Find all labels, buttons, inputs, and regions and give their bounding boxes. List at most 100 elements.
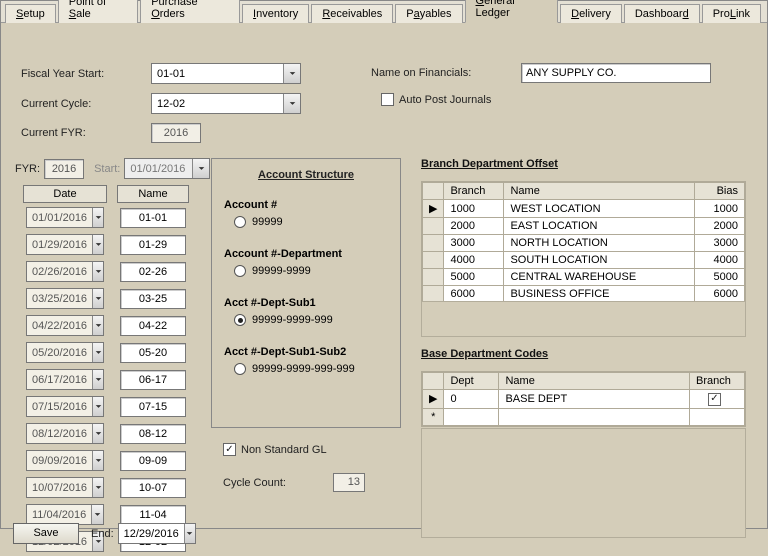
table-row[interactable]: ▶1000WEST LOCATION1000 <box>423 200 745 218</box>
fiscal-year-start-value: 01-01 <box>152 64 283 83</box>
chevron-down-icon[interactable] <box>92 451 103 470</box>
auto-post-checkbox[interactable] <box>381 93 394 106</box>
cycle-date-value: 04/22/2016 <box>27 316 92 335</box>
cycle-name-field[interactable]: 03-25 <box>120 289 186 309</box>
radio-acct1[interactable] <box>234 216 246 228</box>
cycle-name-field[interactable]: 02-26 <box>120 262 186 282</box>
save-button[interactable]: Save <box>13 523 79 544</box>
current-cycle-combo[interactable]: 12-02 <box>151 93 301 114</box>
branch-checkbox[interactable] <box>708 393 721 406</box>
cycle-date-combo[interactable]: 11/04/2016 <box>26 504 104 525</box>
table-row[interactable]: 4000SOUTH LOCATION4000 <box>423 252 745 269</box>
chevron-down-icon[interactable] <box>283 64 300 83</box>
radio-acct3[interactable] <box>234 314 246 326</box>
start-date-value: 01/01/2016 <box>125 159 192 178</box>
cycle-date-value: 05/20/2016 <box>27 343 92 362</box>
cycle-name-field[interactable]: 10-07 <box>120 478 186 498</box>
name-on-financials-field[interactable]: ANY SUPPLY CO. <box>521 63 711 83</box>
radio-acct4[interactable] <box>234 363 246 375</box>
cycle-name-field[interactable]: 07-15 <box>120 397 186 417</box>
chevron-down-icon[interactable] <box>92 343 103 362</box>
cycle-date-value: 08/12/2016 <box>27 424 92 443</box>
chevron-down-icon[interactable] <box>92 478 103 497</box>
cycle-date-combo[interactable]: 06/17/2016 <box>26 369 104 390</box>
cycle-date-combo[interactable]: 10/07/2016 <box>26 477 104 498</box>
cycle-date-combo[interactable]: 07/15/2016 <box>26 396 104 417</box>
chevron-down-icon[interactable] <box>92 235 103 254</box>
tab-prolink[interactable]: ProLink <box>702 4 761 23</box>
cycle-date-combo[interactable]: 02/26/2016 <box>26 261 104 282</box>
chevron-down-icon[interactable] <box>92 208 103 227</box>
tab-point-of-sale[interactable]: Point of Sale <box>58 0 138 23</box>
cycle-name-field[interactable]: 06-17 <box>120 370 186 390</box>
current-fyr-field: 2016 <box>151 123 201 143</box>
end-date-combo[interactable]: 12/29/2016 <box>118 523 196 544</box>
cycle-date-combo[interactable]: 08/12/2016 <box>26 423 104 444</box>
chevron-down-icon[interactable] <box>283 94 300 113</box>
cycle-date-value: 07/15/2016 <box>27 397 92 416</box>
chevron-down-icon[interactable] <box>92 424 103 443</box>
label-fyr: FYR: <box>15 163 40 175</box>
branch-offset-grid[interactable]: Branch Name Bias ▶1000WEST LOCATION10002… <box>421 181 746 304</box>
non-standard-gl-checkbox[interactable] <box>223 443 236 456</box>
account-structure-title: Account Structure <box>224 169 388 181</box>
chevron-down-icon[interactable] <box>92 316 103 335</box>
col-date-header: Date <box>23 185 107 203</box>
chevron-down-icon[interactable] <box>92 262 103 281</box>
tab-dashboard[interactable]: Dashboard <box>624 4 700 23</box>
cycle-date-value: 01/01/2016 <box>27 208 92 227</box>
chevron-down-icon[interactable] <box>92 397 103 416</box>
cycle-date-combo[interactable]: 03/25/2016 <box>26 288 104 309</box>
cycle-name-field[interactable]: 04-22 <box>120 316 186 336</box>
cycle-date-value: 03/25/2016 <box>27 289 92 308</box>
cycle-count-field: 13 <box>333 473 365 492</box>
chevron-down-icon[interactable] <box>192 159 209 178</box>
tab-general-ledger[interactable]: General Ledger <box>465 0 559 23</box>
chevron-down-icon[interactable] <box>91 505 103 524</box>
start-date-combo[interactable]: 01/01/2016 <box>124 158 210 179</box>
acct1-format: 99999 <box>252 216 283 228</box>
base-dept-grid[interactable]: Dept Name Branch ▶0BASE DEPT* <box>421 371 746 427</box>
label-name-on-financials: Name on Financials: <box>371 67 521 79</box>
cycle-date-combo[interactable]: 01/01/2016 <box>26 207 104 228</box>
cycle-name-field[interactable]: 05-20 <box>120 343 186 363</box>
tab-delivery[interactable]: Delivery <box>560 4 622 23</box>
tab-strip: SetupPoint of SalePurchase OrdersInvento… <box>1 1 767 23</box>
radio-acct2[interactable] <box>234 265 246 277</box>
label-cycle-count: Cycle Count: <box>223 477 333 489</box>
tab-payables[interactable]: Payables <box>395 4 462 23</box>
tab-setup[interactable]: Setup <box>5 4 56 23</box>
table-row[interactable]: 5000CENTRAL WAREHOUSE5000 <box>423 269 745 286</box>
label-non-standard-gl: Non Standard GL <box>241 444 327 456</box>
cycle-name-field[interactable]: 08-12 <box>120 424 186 444</box>
tab-receivables[interactable]: Receivables <box>311 4 393 23</box>
label-acct4: Acct #-Dept-Sub1-Sub2 <box>224 346 388 358</box>
table-row[interactable]: 6000BUSINESS OFFICE6000 <box>423 286 745 303</box>
base-dept-empty-area <box>421 428 746 538</box>
cycle-date-value: 06/17/2016 <box>27 370 92 389</box>
tab-inventory[interactable]: Inventory <box>242 4 309 23</box>
label-auto-post: Auto Post Journals <box>399 94 491 106</box>
col-name-header: Name <box>504 183 695 200</box>
fiscal-year-start-combo[interactable]: 01-01 <box>151 63 301 84</box>
cycle-date-combo[interactable]: 01/29/2016 <box>26 234 104 255</box>
chevron-down-icon[interactable] <box>92 370 103 389</box>
table-row[interactable]: 2000EAST LOCATION2000 <box>423 218 745 235</box>
cycle-date-combo[interactable]: 09/09/2016 <box>26 450 104 471</box>
acct4-format: 99999-9999-999-999 <box>252 363 355 375</box>
fyr-field: 2016 <box>44 159 84 179</box>
cycle-name-field[interactable]: 09-09 <box>120 451 186 471</box>
cycle-name-field[interactable]: 01-01 <box>120 208 186 228</box>
chevron-down-icon[interactable] <box>184 524 195 543</box>
table-row[interactable]: ▶0BASE DEPT <box>423 390 745 409</box>
cycle-name-field[interactable]: 11-04 <box>120 505 186 525</box>
chevron-down-icon[interactable] <box>92 289 103 308</box>
table-row[interactable]: 3000NORTH LOCATION3000 <box>423 235 745 252</box>
cycle-date-combo[interactable]: 04/22/2016 <box>26 315 104 336</box>
branch-offset-empty-area <box>421 301 746 337</box>
cycle-name-field[interactable]: 01-29 <box>120 235 186 255</box>
cycle-date-combo[interactable]: 05/20/2016 <box>26 342 104 363</box>
account-structure-group: Account Structure Account # 99999 Accoun… <box>211 158 401 428</box>
tab-purchase-orders[interactable]: Purchase Orders <box>140 0 240 23</box>
cycle-date-value: 02/26/2016 <box>27 262 92 281</box>
